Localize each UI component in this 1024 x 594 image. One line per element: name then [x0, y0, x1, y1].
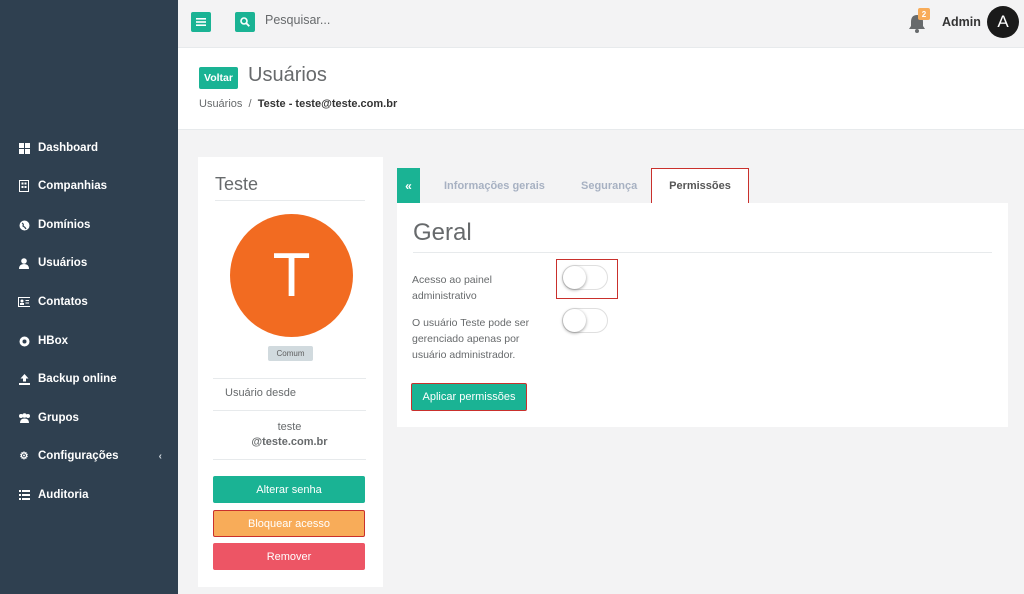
- search-input[interactable]: [265, 13, 465, 27]
- page-header: Voltar Usuários Usuários / Teste - teste…: [178, 48, 1024, 130]
- globe-icon: [18, 219, 30, 231]
- sidebar: Dashboard Companhias Domínios Usuários C…: [0, 0, 178, 594]
- hamburger-icon: [196, 18, 206, 26]
- sidebar-item-label: Usuários: [38, 257, 88, 269]
- breadcrumb-separator: /: [248, 98, 252, 110]
- divider: [213, 410, 366, 411]
- managed-toggle[interactable]: [562, 308, 608, 333]
- divider: [213, 378, 366, 379]
- chevron-left-icon: ‹: [158, 450, 162, 462]
- sidebar-item-label: Backup online: [38, 373, 117, 385]
- user-icon: [18, 257, 30, 269]
- user-name[interactable]: Admin: [942, 15, 981, 29]
- sidebar-item-label: Dashboard: [38, 142, 99, 154]
- building-icon: [18, 180, 30, 192]
- change-password-button[interactable]: Alterar senha: [213, 476, 365, 503]
- sidebar-item-dominios[interactable]: Domínios: [0, 206, 178, 244]
- toggle-knob: [563, 309, 586, 332]
- toggle-knob: [563, 266, 586, 289]
- sidebar-item-contatos[interactable]: Contatos: [0, 283, 178, 321]
- th-large-icon: [18, 142, 30, 154]
- sidebar-item-label: Configurações: [38, 450, 119, 462]
- user-since-label: Usuário desde: [225, 387, 296, 399]
- sidebar-item-backup-online[interactable]: Backup online: [0, 360, 178, 398]
- gear-icon: ⚙: [19, 450, 29, 462]
- hbox-icon: [18, 335, 30, 347]
- profile-name: Teste: [215, 174, 259, 194]
- cloud-upload-icon: [18, 373, 30, 385]
- page-title: Usuários: [248, 64, 327, 86]
- email-domain: @teste.com.br: [251, 436, 328, 448]
- sidebar-item-auditoria[interactable]: Auditoria: [0, 476, 178, 514]
- sidebar-item-label: Domínios: [38, 219, 91, 231]
- sidebar-item-label: Companhias: [38, 180, 108, 192]
- email-user: teste: [277, 421, 302, 433]
- sidebar-item-grupos[interactable]: Grupos: [0, 399, 178, 437]
- apply-permissions-button[interactable]: Aplicar permissões: [411, 383, 527, 411]
- admin-panel-toggle[interactable]: [562, 265, 608, 290]
- sidebar-item-companhias[interactable]: Companhias: [0, 167, 178, 205]
- block-access-button[interactable]: Bloquear acesso: [213, 510, 365, 537]
- avatar[interactable]: A: [987, 6, 1019, 38]
- list-icon: [18, 489, 30, 501]
- sidebar-item-label: HBox: [38, 335, 69, 347]
- address-card-icon: [18, 296, 30, 308]
- permissions-panel: Geral Acesso ao painel administrativo O …: [397, 203, 1008, 427]
- managed-label: O usuário Teste pode ser gerenciado apen…: [412, 317, 530, 361]
- collapse-profile-button[interactable]: «: [397, 168, 420, 203]
- tabs: « Informações gerais Segurança Permissõe…: [397, 168, 1008, 203]
- sidebar-item-configuracoes[interactable]: ⚙ Configurações ‹: [0, 437, 178, 475]
- divider: [213, 459, 366, 460]
- notification-badge: 2: [918, 8, 930, 20]
- menu-toggle-button[interactable]: [191, 12, 211, 32]
- sidebar-item-label: Grupos: [38, 412, 79, 424]
- section-title: Geral: [413, 219, 472, 246]
- divider: [413, 252, 992, 253]
- users-icon: [18, 412, 30, 424]
- sidebar-item-dashboard[interactable]: Dashboard: [0, 129, 178, 167]
- tab-permissoes[interactable]: Permissões: [651, 168, 749, 203]
- tab-informacoes-gerais[interactable]: Informações gerais: [444, 168, 545, 203]
- role-badge: Comum: [268, 346, 313, 361]
- search-button[interactable]: [235, 12, 255, 32]
- back-button[interactable]: Voltar: [199, 67, 238, 89]
- search-icon: [240, 17, 250, 27]
- divider: [215, 200, 365, 201]
- breadcrumb-parent[interactable]: Usuários: [199, 98, 242, 110]
- sidebar-item-label: Contatos: [38, 296, 88, 308]
- profile-avatar: T: [230, 214, 353, 337]
- admin-panel-label: Acesso ao painel administrativo: [412, 274, 492, 302]
- sidebar-item-hbox[interactable]: HBox: [0, 322, 178, 360]
- sidebar-item-usuarios[interactable]: Usuários: [0, 244, 178, 282]
- sidebar-item-label: Auditoria: [38, 489, 89, 501]
- breadcrumb-current: Teste - teste@teste.com.br: [257, 98, 398, 110]
- tab-seguranca[interactable]: Segurança: [581, 168, 637, 203]
- breadcrumb: Usuários / Teste - teste@teste.com.br: [199, 98, 397, 110]
- remove-button[interactable]: Remover: [213, 543, 365, 570]
- profile-card: Teste T Comum Usuário desde teste @teste…: [198, 157, 383, 587]
